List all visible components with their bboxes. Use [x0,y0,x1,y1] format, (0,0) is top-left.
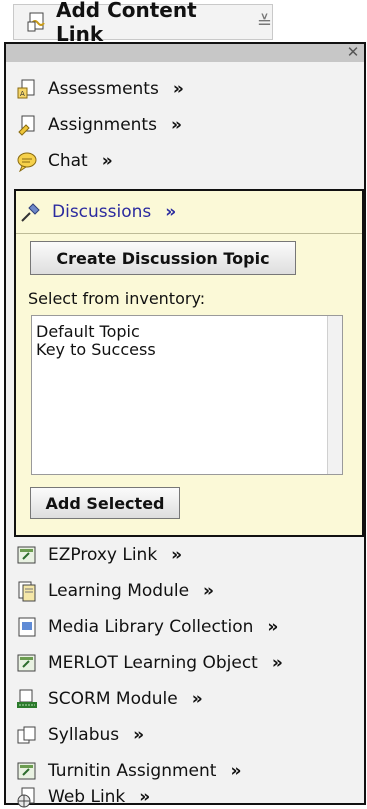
item-label: MERLOT Learning Object [48,653,258,673]
list-item[interactable]: Default Topic [36,322,140,341]
inventory-label: Select from inventory: [28,289,206,308]
svg-text:A: A [20,90,25,98]
item-web-link[interactable]: Web Link » [16,787,151,808]
panel-titlebar: ✕ [6,44,364,62]
item-assessments[interactable]: A Assessments » [16,72,184,106]
close-icon[interactable]: ✕ [346,45,360,60]
chevron-right-icon: » [139,787,151,807]
ezproxy-icon [16,544,38,566]
chevron-right-icon: » [191,689,203,709]
item-merlot-learning-object[interactable]: MERLOT Learning Object » [16,646,283,680]
web-link-icon [16,786,38,808]
list-item[interactable]: Key to Success [36,340,156,359]
item-turnitin-assignment[interactable]: Turnitin Assignment » [16,754,241,788]
chevron-right-icon: » [101,151,113,171]
item-syllabus[interactable]: Syllabus » [16,718,144,752]
header-title: Add Content Link [56,0,197,46]
scorm-icon [16,688,38,710]
merlot-icon [16,652,38,674]
item-assignments[interactable]: Assignments » [16,108,182,142]
chevron-right-icon: » [133,725,145,745]
media-library-icon [16,616,38,638]
chevron-right-icon: » [172,79,184,99]
assessments-icon: A [16,78,38,100]
content-link-panel: ✕ A Assessments » Assignments » Chat » D… [4,42,366,808]
item-label: Chat [48,151,88,171]
item-label: Turnitin Assignment [48,761,217,781]
create-discussion-topic-button[interactable]: Create Discussion Topic [30,241,296,275]
pushpin-icon [20,201,42,223]
item-learning-module[interactable]: Learning Module » [16,574,214,608]
discussions-section: Discussions » Create Discussion Topic Se… [14,189,364,537]
item-chat[interactable]: Chat » [16,144,113,178]
scrollbar[interactable] [327,316,342,474]
assignments-icon [16,114,38,136]
item-label: SCORM Module [48,689,178,709]
item-media-library-collection[interactable]: Media Library Collection » [16,610,278,644]
chevron-right-icon: » [171,545,183,565]
item-label: Media Library Collection [48,617,254,637]
chevron-right-icon: » [271,653,283,673]
sort-icon: ≚ [256,11,272,33]
chat-icon [16,150,38,172]
learning-module-icon [16,580,38,602]
item-label: Web Link [48,787,126,807]
item-ezproxy-link[interactable]: EZProxy Link » [16,538,182,572]
add-content-link-button[interactable]: Add Content Link ≚ [13,0,273,46]
chevron-right-icon: » [203,581,215,601]
inventory-listbox[interactable]: Default Topic Key to Success [31,315,343,475]
item-label: Assessments [48,79,159,99]
chevron-right-icon: » [230,761,242,781]
item-label: Learning Module [48,581,190,601]
divider [16,233,362,234]
item-label: Discussions [52,202,152,222]
item-label: Assignments [48,115,157,135]
chevron-right-icon: » [165,202,177,222]
item-discussions[interactable]: Discussions » [20,191,176,233]
add-selected-button[interactable]: Add Selected [30,487,180,519]
syllabus-icon [16,724,38,746]
item-label: EZProxy Link [48,545,158,565]
chevron-right-icon: » [170,115,182,135]
item-scorm-module[interactable]: SCORM Module » [16,682,203,716]
chevron-right-icon: » [267,617,279,637]
turnitin-icon [16,760,38,782]
link-document-icon [26,11,48,33]
item-label: Syllabus [48,725,120,745]
